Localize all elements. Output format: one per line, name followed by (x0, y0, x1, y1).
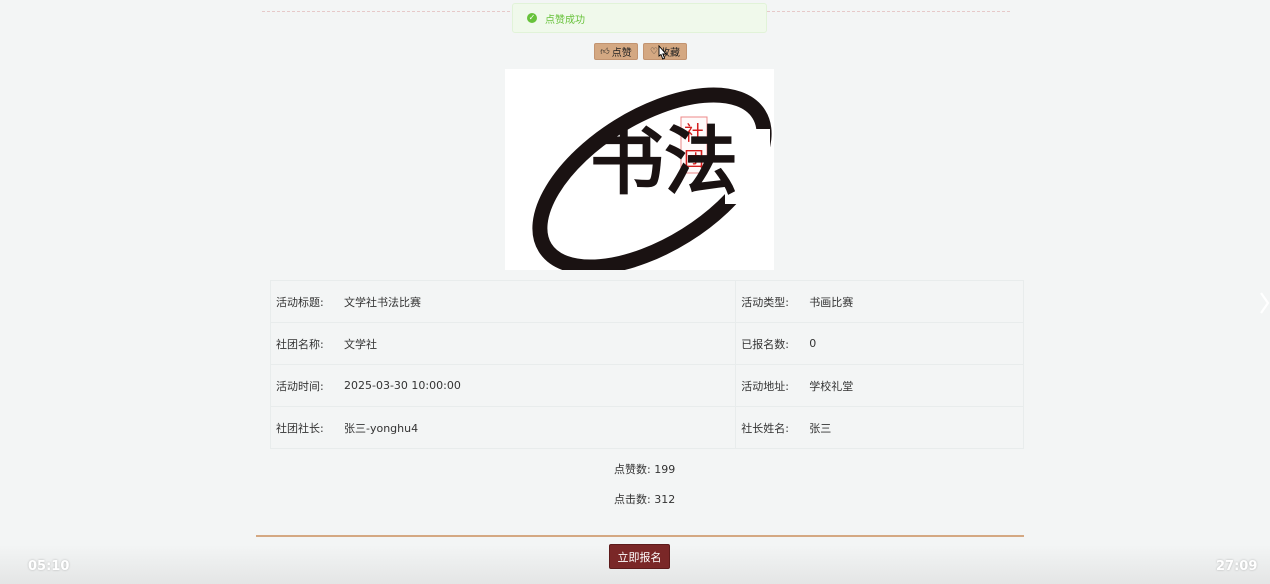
activity-time-value: 2025-03-30 10:00:00 (344, 379, 461, 392)
leader-name-label: 社长姓名: (741, 421, 789, 435)
calligraphy-club-logo: 社 团 书法 (532, 87, 772, 275)
clicks-label: 点击数: (614, 493, 651, 506)
thumbs-up-icon: 👍︎ (600, 46, 610, 57)
chevron-right-icon[interactable] (1254, 285, 1270, 321)
activity-image: 社 团 书法 (505, 69, 774, 275)
signup-button[interactable]: 立即报名 (609, 544, 670, 569)
section-divider (256, 535, 1024, 537)
like-label: 点赞 (611, 48, 632, 59)
activity-address-value: 学校礼堂 (809, 379, 854, 393)
registered-count-label: 已报名数: (741, 337, 789, 351)
table-row: 社团名称: 文学社 已报名数: 0 (269, 322, 1024, 365)
club-name-value: 文学社 (344, 337, 377, 351)
activity-title-label: 活动标题: (276, 295, 324, 309)
duration-time: 27:09 (1216, 559, 1258, 574)
elapsed-time: 05:10 (28, 559, 70, 574)
club-leader-label: 社团社长: (276, 421, 324, 435)
activity-type-label: 活动类型: (741, 295, 789, 309)
table-row: 活动标题: 文学社书法比赛 活动类型: 书画比赛 (269, 280, 1024, 323)
likes-stat: 点赞数: 199 (614, 461, 675, 477)
toast-message: 点赞成功 (545, 14, 585, 26)
leader-name-value: 张三 (809, 421, 832, 435)
club-leader-value: 张三-yonghu4 (344, 421, 419, 435)
activity-type-value: 书画比赛 (809, 295, 854, 309)
success-toast: ✓ 点赞成功 (512, 3, 767, 33)
clicks-stat: 点击数: 312 (614, 491, 675, 507)
registered-count-value: 0 (809, 337, 817, 350)
activity-address-label: 活动地址: (741, 379, 789, 393)
table-row: 社团社长: 张三-yonghu4 社长姓名: 张三 (269, 406, 1024, 449)
like-button[interactable]: 👍︎ 点赞 (594, 43, 638, 60)
logo-text: 书法 (590, 119, 738, 205)
table-row: 活动时间: 2025-03-30 10:00:00 活动地址: 学校礼堂 (269, 364, 1024, 407)
activity-time-label: 活动时间: (276, 379, 324, 393)
logo-char-1: 书法 (590, 119, 738, 205)
activity-title-value: 文学社书法比赛 (344, 295, 421, 309)
check-circle-icon: ✓ (527, 13, 537, 23)
likes-value: 199 (654, 463, 676, 476)
activity-details-table: 活动标题: 文学社书法比赛 活动类型: 书画比赛 社团名称: 文学社 已报名数: 0 活… (269, 280, 1024, 449)
clicks-value: 312 (654, 493, 676, 506)
likes-label: 点赞数: (614, 463, 651, 476)
pointer-cursor-icon (658, 45, 667, 60)
club-name-label: 社团名称: (276, 337, 324, 351)
